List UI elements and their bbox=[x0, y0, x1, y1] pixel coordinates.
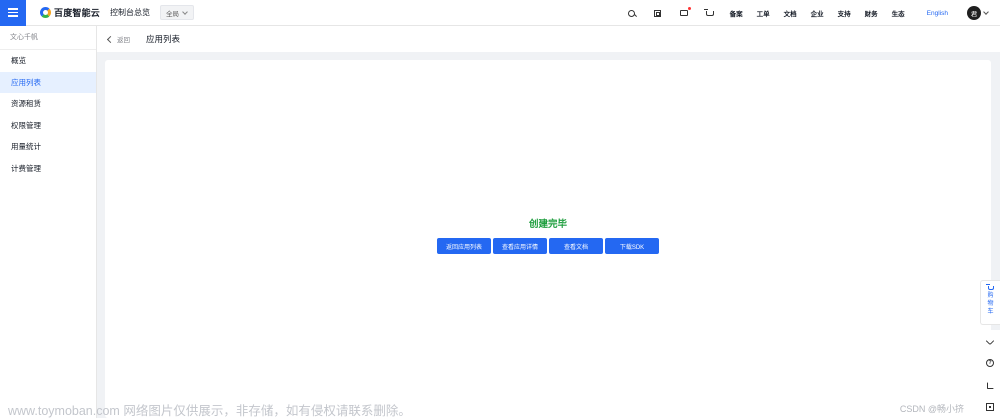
cart-button[interactable] bbox=[697, 0, 723, 26]
sidebar-item-permissions[interactable]: 权限管理 bbox=[0, 115, 96, 137]
logo-text: 百度智能云 bbox=[54, 8, 101, 18]
apps-button[interactable] bbox=[645, 0, 671, 26]
cart-icon bbox=[703, 9, 714, 16]
nav-item-docs[interactable]: 文档 bbox=[777, 8, 804, 18]
favorite-button[interactable] bbox=[980, 330, 1000, 352]
floating-toolbar: ? bbox=[980, 330, 1000, 418]
page-title: 应用列表 bbox=[146, 34, 181, 44]
nav-item-support[interactable]: 支持 bbox=[831, 8, 858, 18]
sidebar-item-app-list[interactable]: 应用列表 bbox=[0, 71, 96, 93]
search-icon bbox=[628, 9, 636, 17]
nav-item-enterprise[interactable]: 企业 bbox=[804, 8, 831, 18]
user-avatar[interactable]: 君 bbox=[967, 6, 981, 20]
csdn-watermark: CSDN @畅小挤 bbox=[899, 404, 964, 414]
floating-cart-label: 购物车 bbox=[987, 293, 994, 315]
region-select[interactable]: 全局 bbox=[160, 5, 195, 20]
nav-item-ecosystem[interactable]: 生态 bbox=[885, 8, 912, 18]
baidu-cloud-logo-icon bbox=[40, 7, 51, 18]
back-to-app-list-button[interactable]: 返回应用列表 bbox=[437, 238, 491, 254]
help-button[interactable]: ? bbox=[980, 352, 1000, 374]
language-switch-link[interactable]: English bbox=[920, 10, 955, 17]
qr-code-icon bbox=[986, 403, 994, 411]
sidebar: 文心千帆 概览 应用列表 资源租赁 权限管理 用量统计 计费管理 bbox=[0, 26, 97, 418]
view-app-details-button[interactable]: 查看应用详情 bbox=[493, 238, 547, 254]
region-select-value: 全局 bbox=[166, 10, 180, 18]
brand-logo[interactable]: 百度智能云 bbox=[40, 6, 100, 19]
chevron-down-icon bbox=[182, 8, 188, 15]
watermark-text: www.toymoban.com 网络图片仅供展示，非存储，如有侵权请联系删除。 bbox=[8, 404, 411, 418]
help-icon: ? bbox=[986, 359, 994, 367]
hamburger-menu-icon[interactable] bbox=[0, 0, 26, 26]
floating-cart-button[interactable]: 购物车 bbox=[980, 280, 1000, 325]
back-link[interactable]: 返回 bbox=[117, 34, 130, 44]
top-right-actions: 备案 工单 文档 企业 支持 财务 生态 English 君 bbox=[619, 0, 1000, 26]
sidebar-item-billing[interactable]: 计费管理 bbox=[0, 158, 96, 180]
apps-grid-icon bbox=[654, 9, 662, 17]
console-overview-link[interactable]: 控制台总览 bbox=[110, 7, 150, 18]
nav-item-tickets[interactable]: 工单 bbox=[750, 8, 777, 18]
contact-button[interactable] bbox=[980, 374, 1000, 396]
chevron-down-icon[interactable] bbox=[983, 9, 989, 15]
creation-complete-title: 创建完毕 bbox=[528, 219, 567, 230]
view-docs-button[interactable]: 查看文档 bbox=[549, 238, 603, 254]
page-header: 返回 应用列表 bbox=[97, 26, 1000, 52]
heart-icon bbox=[985, 336, 995, 346]
messages-button[interactable] bbox=[671, 0, 697, 26]
sidebar-item-overview[interactable]: 概览 bbox=[0, 50, 96, 72]
phone-icon bbox=[986, 381, 994, 389]
back-arrow-icon[interactable] bbox=[106, 35, 115, 43]
message-icon bbox=[679, 7, 691, 16]
top-navigation-bar: 百度智能云 控制台总览 全局 备案 工单 文档 企业 支持 财务 生态 Engl… bbox=[0, 0, 1000, 26]
sidebar-item-resource-rental[interactable]: 资源租赁 bbox=[0, 93, 96, 115]
nav-item-finance[interactable]: 财务 bbox=[858, 8, 885, 18]
sidebar-title: 文心千帆 bbox=[0, 26, 96, 50]
sidebar-item-usage-stats[interactable]: 用量统计 bbox=[0, 136, 96, 158]
search-button[interactable] bbox=[619, 0, 645, 26]
cart-icon bbox=[985, 284, 994, 290]
qr-code-button[interactable] bbox=[980, 396, 1000, 418]
result-actions: 返回应用列表 查看应用详情 查看文档 下载SDK bbox=[437, 238, 659, 254]
nav-item-filing[interactable]: 备案 bbox=[723, 8, 750, 18]
download-sdk-button[interactable]: 下载SDK bbox=[605, 238, 659, 254]
